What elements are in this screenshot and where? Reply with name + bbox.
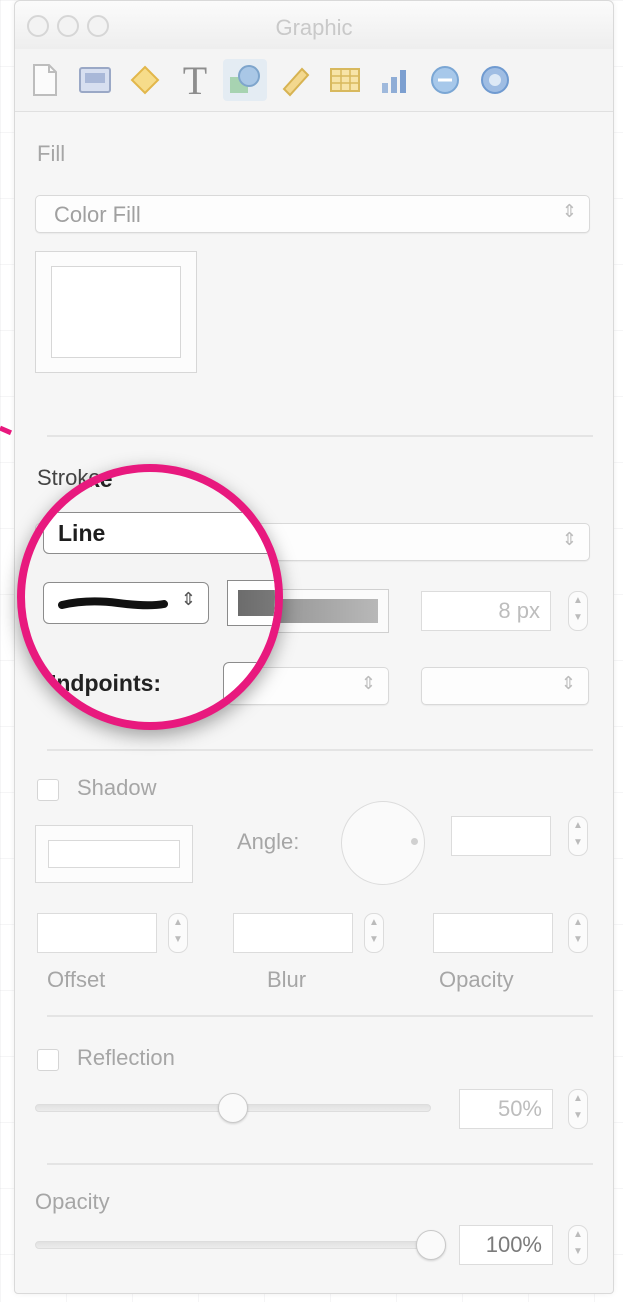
reflection-slider-knob[interactable]: [218, 1093, 248, 1123]
section-divider: [47, 1015, 593, 1017]
inspector-toolbar: T: [15, 49, 613, 112]
ruler-inspector-button[interactable]: [273, 59, 317, 101]
shadow-angle-stepper[interactable]: ▲ ▼: [568, 816, 588, 856]
fill-type-popup[interactable]: Color Fill ⇕: [35, 195, 590, 233]
slide-inspector-button[interactable]: [73, 59, 117, 101]
graphic-icon: [230, 65, 260, 93]
shadow-checkbox[interactable]: [37, 779, 59, 801]
popup-arrows-icon: ⇕: [561, 201, 577, 221]
slide-icon: [79, 67, 111, 93]
text-icon: T: [182, 57, 208, 103]
shadow-blur-field[interactable]: [233, 913, 353, 953]
link-icon: [431, 66, 459, 94]
reflection-checkbox[interactable]: [37, 1049, 59, 1071]
opacity-heading: Opacity: [35, 1189, 110, 1214]
opacity-slider[interactable]: [35, 1241, 431, 1249]
metrics-icon: [130, 65, 160, 95]
reflection-label: Reflection: [77, 1045, 175, 1070]
brush-line-icon: [58, 597, 168, 610]
shadow-angle-field[interactable]: [451, 816, 551, 856]
shadow-opacity-field[interactable]: [433, 913, 553, 953]
link-inspector-button[interactable]: [423, 59, 467, 101]
angle-label: Angle:: [237, 829, 300, 854]
chart-icon: [382, 70, 406, 93]
reflection-stepper[interactable]: ▲ ▼: [568, 1089, 588, 1129]
opacity-label: Opacity: [439, 967, 514, 992]
magnified-endpoints-label: Endpoints:: [41, 670, 162, 696]
shadow-label: Shadow: [77, 775, 157, 800]
magnified-line-style-popup[interactable]: ⇕: [43, 582, 209, 624]
window-title: Graphic: [275, 15, 353, 40]
fill-color-well[interactable]: [35, 251, 197, 373]
stroke-width-field[interactable]: 8 px: [421, 591, 551, 631]
shadow-offset-stepper[interactable]: ▲ ▼: [168, 913, 188, 953]
angle-wheel[interactable]: [341, 801, 425, 885]
shadow-color-well[interactable]: [35, 825, 193, 883]
shadow-opacity-stepper[interactable]: ▲ ▼: [568, 913, 588, 953]
opacity-value-field[interactable]: 100%: [459, 1225, 553, 1265]
quicktime-icon: [481, 66, 509, 94]
section-divider: [47, 1163, 593, 1165]
shadow-blur-stepper[interactable]: ▲ ▼: [364, 913, 384, 953]
popup-arrows-icon: ⇕: [180, 589, 196, 609]
magnified-stroke-color-well[interactable]: [227, 580, 275, 626]
magnifier-callout: Stroke Line ⇕ Endpoints: ⇕: [17, 464, 283, 730]
popup-arrows-icon: ⇕: [560, 673, 576, 693]
titlebar: Graphic: [15, 1, 613, 50]
magnified-endpoint-popup[interactable]: ⇕: [223, 662, 275, 704]
text-inspector-button[interactable]: T: [173, 57, 217, 103]
document-icon: [33, 64, 57, 96]
popup-arrows-icon: ⇕: [561, 529, 577, 549]
shadow-offset-field[interactable]: [37, 913, 157, 953]
table-icon: [330, 68, 360, 92]
stroke-width-stepper[interactable]: ▲ ▼: [568, 591, 588, 631]
offset-label: Offset: [47, 967, 106, 992]
fill-type-value: Color Fill: [54, 202, 141, 227]
section-divider: [47, 749, 593, 751]
magnified-stroke-type-popup[interactable]: Line: [43, 512, 275, 554]
quicktime-inspector-button[interactable]: [473, 59, 517, 101]
chart-inspector-button[interactable]: [373, 59, 417, 101]
document-inspector-button[interactable]: [23, 59, 67, 101]
opacity-stepper[interactable]: ▲ ▼: [568, 1225, 588, 1265]
blur-label: Blur: [267, 967, 307, 992]
end-endpoint-popup[interactable]: ⇕: [421, 667, 589, 705]
opacity-slider-knob[interactable]: [416, 1230, 446, 1260]
fill-heading: Fill: [37, 141, 66, 166]
ruler-icon: [282, 67, 310, 97]
magnified-stroke-type-value: Line: [58, 520, 106, 546]
metrics-inspector-button[interactable]: [123, 59, 167, 101]
table-inspector-button[interactable]: [323, 59, 367, 101]
popup-arrows-icon: ⇕: [360, 673, 376, 693]
section-divider: [47, 435, 593, 437]
reflection-value-field[interactable]: 50%: [459, 1089, 553, 1129]
graphic-inspector-button[interactable]: [223, 59, 267, 101]
